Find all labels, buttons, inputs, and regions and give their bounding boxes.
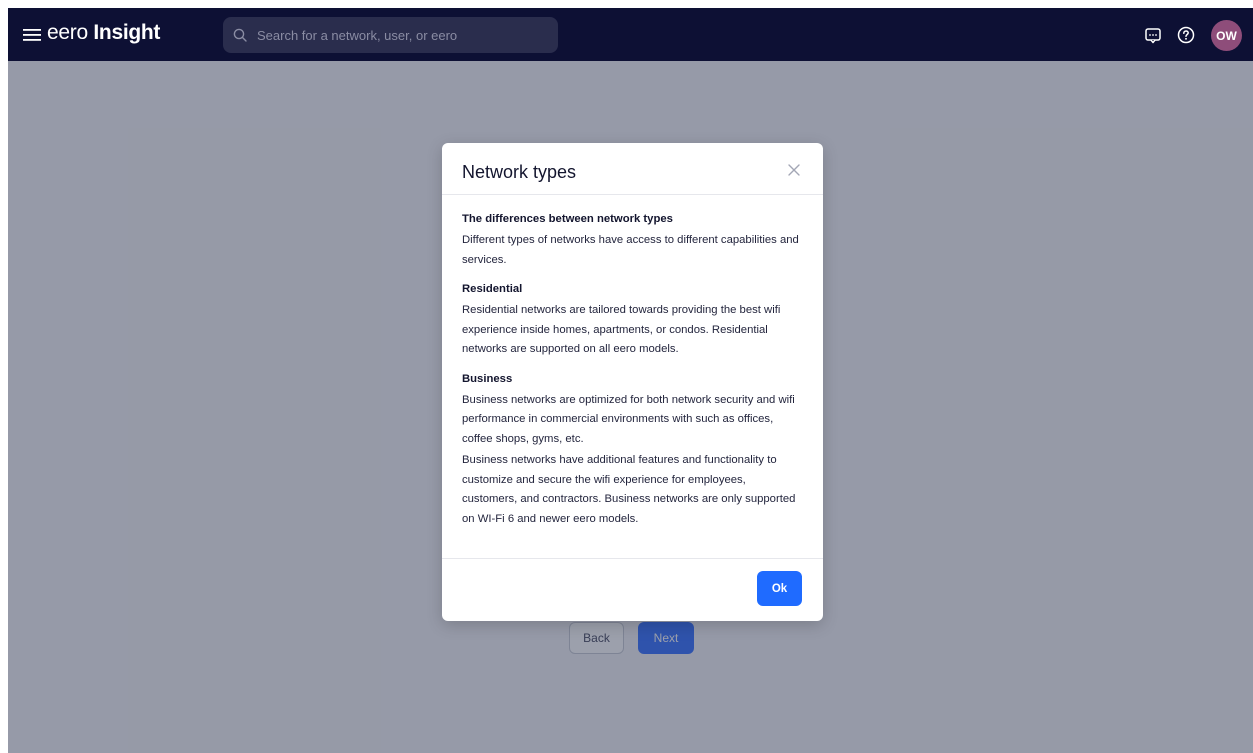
search-input[interactable] (255, 26, 539, 44)
top-navigation-bar: eero Insight OW (8, 8, 1253, 61)
chat-icon[interactable] (1143, 25, 1163, 45)
section-business: Business Business networks are optimized… (462, 371, 803, 530)
brand-name-light: eero (47, 21, 88, 44)
section-heading: Residential (462, 283, 523, 295)
close-icon[interactable] (787, 163, 801, 177)
section-paragraph: Residential networks are tailored toward… (462, 304, 781, 355)
menu-icon[interactable] (22, 25, 42, 45)
brand-logo[interactable]: eero Insight (47, 21, 160, 45)
section-residential: Residential Residential networks are tai… (462, 281, 803, 360)
dialog-body: The differences between network types Di… (442, 195, 823, 559)
search-bar[interactable] (223, 17, 558, 53)
section-network-differences: The differences between network types Di… (462, 211, 803, 270)
section-heading: Business (462, 372, 513, 385)
help-icon[interactable] (1176, 25, 1196, 45)
dialog-title: Network types (462, 162, 577, 182)
section-paragraph: Business networks have additional featur… (462, 454, 796, 525)
brand-name-bold: Insight (93, 21, 161, 44)
section-heading: The differences between network types (462, 213, 673, 225)
ok-button[interactable]: Ok (757, 571, 802, 606)
section-paragraph: Different types of networks have access … (462, 234, 799, 266)
app-window: eero Insight OW Back Next (8, 8, 1253, 753)
dialog-header: Network types (442, 143, 823, 195)
dialog-footer: Ok (442, 559, 823, 621)
user-avatar[interactable]: OW (1211, 20, 1242, 51)
network-types-dialog: Network types The differences between ne… (442, 143, 823, 621)
search-icon (233, 28, 247, 42)
section-paragraph: Business networks are optimized for both… (462, 393, 795, 445)
